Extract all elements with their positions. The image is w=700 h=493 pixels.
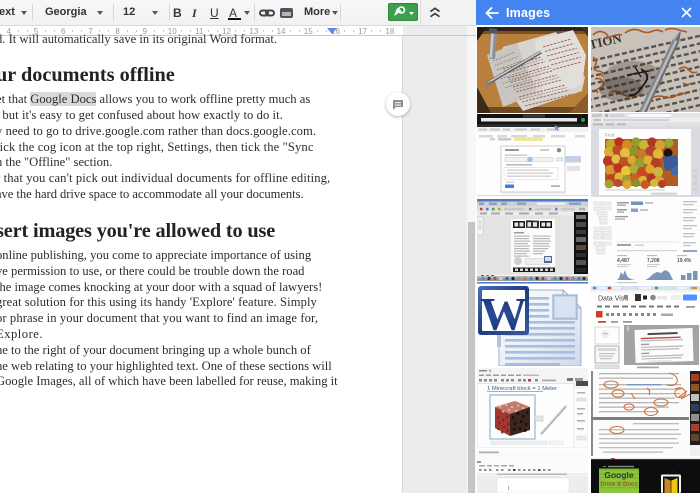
svg-text:Data Visu: Data Visu bbox=[598, 296, 628, 303]
svg-text:7,208: 7,208 bbox=[647, 258, 660, 264]
svg-text:W: W bbox=[480, 289, 527, 341]
svg-text:19.4%: 19.4% bbox=[677, 258, 692, 264]
svg-text:Drive & Docs: Drive & Docs bbox=[600, 482, 638, 488]
svg-text:Google: Google bbox=[604, 470, 634, 480]
svg-text:Fruit: Fruit bbox=[605, 133, 615, 138]
svg-text:4,487: 4,487 bbox=[617, 258, 630, 264]
